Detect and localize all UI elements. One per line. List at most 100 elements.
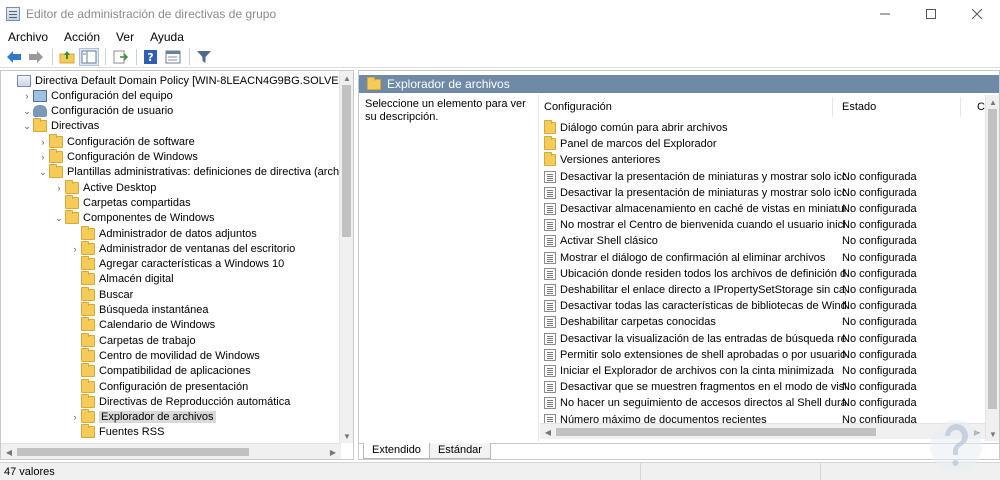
tree-item[interactable]: ⌄ Componentes de Windows [53, 210, 214, 226]
folder-icon [544, 152, 556, 167]
show-hide-tree-button[interactable] [79, 47, 99, 66]
collapse-chevron-icon[interactable]: ⌄ [37, 165, 49, 180]
tree-item[interactable]: Calendario de Windows [69, 317, 215, 333]
setting-row[interactable]: Desactivar la presentación de miniaturas… [540, 169, 985, 185]
expand-chevron-icon[interactable]: › [37, 150, 49, 165]
tree-item[interactable]: › Explorador de archivos [69, 409, 216, 425]
tab-extendido[interactable]: Extendido [363, 443, 430, 459]
setting-row[interactable]: Permitir solo extensiones de shell aprob… [540, 347, 985, 363]
tree-item[interactable]: Administrador de datos adjuntos [69, 225, 257, 241]
expand-chevron-icon[interactable]: › [37, 134, 49, 149]
tree-item[interactable]: ⌄ Plantillas administrativas: definicione… [37, 164, 339, 180]
tree-vertical-scroll-thumb[interactable] [342, 85, 351, 237]
expand-chevron-icon[interactable]: › [69, 241, 81, 256]
minimize-button[interactable] [862, 0, 908, 28]
menu-archivo[interactable]: Archivo [0, 28, 56, 46]
scroll-left-icon[interactable]: ◀ [542, 426, 554, 438]
filter-button[interactable] [194, 48, 214, 66]
tree-item[interactable]: Configuración de presentación [69, 378, 248, 394]
tree-item[interactable]: Carpetas de trabajo [69, 332, 196, 348]
setting-row[interactable]: Desactivar almacenamiento en caché de vi… [540, 201, 985, 217]
scroll-right-icon[interactable]: ▶ [327, 446, 339, 458]
tree-horizontal-scrollbar[interactable]: ◀ ▶ [1, 443, 341, 459]
setting-row[interactable]: Versiones anteriores [540, 152, 985, 168]
list-horizontal-scroll-thumb[interactable] [556, 428, 876, 436]
tree-vertical-scrollbar[interactable]: ▲ ▼ [339, 71, 353, 443]
list-vertical-scroll-thumb[interactable] [988, 109, 997, 409]
folder-icon [544, 120, 556, 134]
tree-item[interactable]: › Configuración de Windows [37, 149, 198, 165]
up-level-button[interactable] [57, 48, 77, 66]
tree-item[interactable]: Centro de movilidad de Windows [69, 347, 260, 363]
tree-item[interactable]: Búsqueda instantánea [69, 302, 208, 318]
back-button[interactable] [4, 48, 24, 66]
close-button[interactable] [954, 0, 1000, 28]
help-button[interactable]: ? [141, 48, 161, 66]
forward-button[interactable] [26, 48, 46, 66]
collapse-chevron-icon[interactable]: ⌄ [21, 104, 33, 119]
folder-icon [49, 164, 63, 179]
tree-item[interactable]: › Configuración del equipo [21, 88, 173, 103]
tree-item-label: Configuración de Windows [67, 151, 198, 163]
description-pane: Seleccione un elemento para ver su descr… [359, 95, 539, 441]
tree-item[interactable]: Carpetas compartidas [53, 194, 191, 210]
tree-item[interactable]: ⌄ Configuración de usuario [21, 104, 173, 119]
tree-item-label: Directiva Default Domain Policy [WIN-8LE… [35, 74, 339, 87]
list-vertical-scrollbar[interactable]: ▲ ▼ [985, 95, 999, 441]
tree-item[interactable]: ⌄ Directivas [21, 118, 99, 134]
settings-list[interactable]: Configuración Estado C Diálogo común par… [540, 95, 985, 441]
tab-estandar[interactable]: Estándar [428, 443, 491, 459]
scroll-up-icon[interactable]: ▲ [987, 96, 999, 108]
scroll-down-icon[interactable]: ▼ [987, 428, 999, 440]
column-header-estado[interactable]: Estado [842, 95, 952, 119]
setting-row[interactable]: Panel de marcos del Explorador [540, 136, 985, 152]
expand-chevron-icon[interactable]: › [53, 180, 65, 195]
scroll-down-icon[interactable]: ▼ [341, 430, 353, 442]
properties-button[interactable] [163, 48, 183, 66]
tree-item[interactable]: Fuentes RSS [69, 424, 164, 440]
setting-row[interactable]: No mostrar el Centro de bienvenida cuand… [540, 217, 985, 233]
setting-row[interactable]: Deshabilitar carpetas conocidas No config… [540, 314, 985, 330]
toolbar-separator [136, 48, 137, 65]
setting-row[interactable]: Desactivar la presentación de miniaturas… [540, 185, 985, 201]
setting-row[interactable]: Diálogo común para abrir archivos [540, 120, 985, 136]
column-header-comentario[interactable]: C [977, 95, 985, 119]
setting-row[interactable]: Deshabilitar el enlace directo a IProper… [540, 282, 985, 298]
tree-item[interactable]: Directiva Default Domain Policy [WIN-8LE… [5, 73, 339, 88]
setting-row[interactable]: Activar Shell clásico No configurada [540, 233, 985, 249]
setting-row[interactable]: Desactivar la visualización de las entra… [540, 331, 985, 347]
scroll-up-icon[interactable]: ▲ [341, 72, 353, 84]
column-divider[interactable] [960, 97, 961, 117]
setting-row[interactable]: No hacer un seguimiento de accesos direc… [540, 395, 985, 411]
column-divider[interactable] [832, 97, 833, 117]
tree-item[interactable]: Buscar [69, 286, 133, 302]
up-folder-icon [59, 50, 75, 63]
setting-row[interactable]: Desactivar que se muestren fragmentos en… [540, 379, 985, 395]
tree-item[interactable]: Almacén digital [69, 271, 174, 287]
menu-accion[interactable]: Acción [56, 28, 108, 46]
setting-row[interactable]: Ubicación donde residen todos los archiv… [540, 266, 985, 282]
tree-item[interactable]: Agregar características a Windows 10 [69, 256, 285, 272]
tree-item-label: Agregar características a Windows 10 [99, 258, 285, 271]
scroll-left-icon[interactable]: ◀ [3, 446, 15, 458]
tree-item[interactable]: › Active Desktop [53, 179, 156, 195]
tree-item[interactable]: Directivas de Reproducción automática [69, 393, 290, 409]
tree-horizontal-scroll-thumb[interactable] [17, 448, 249, 456]
collapse-chevron-icon[interactable]: ⌄ [53, 211, 65, 226]
setting-row[interactable]: Iniciar el Explorador de archivos con la… [540, 363, 985, 379]
export-list-button[interactable] [110, 48, 130, 66]
tree-item[interactable]: › Configuración de software [37, 133, 195, 149]
setting-row[interactable]: Mostrar el diálogo de confirmación al el… [540, 250, 985, 266]
expand-chevron-icon[interactable]: › [21, 88, 33, 103]
navigation-tree[interactable]: Directiva Default Domain Policy [WIN-8LE… [1, 71, 339, 443]
list-horizontal-scrollbar[interactable]: ◀ ▶ [540, 423, 985, 439]
menu-ayuda[interactable]: Ayuda [142, 28, 192, 46]
collapse-chevron-icon[interactable]: ⌄ [21, 119, 33, 134]
column-header-configuracion[interactable]: Configuración [544, 95, 824, 119]
tree-item[interactable]: › Administrador de ventanas del escritori… [69, 240, 295, 256]
setting-row[interactable]: Desactivar todas las características de … [540, 298, 985, 314]
tree-item[interactable]: Compatibilidad de aplicaciones [69, 363, 251, 379]
menu-ver[interactable]: Ver [108, 28, 142, 46]
expand-chevron-icon[interactable]: › [69, 410, 81, 425]
maximize-button[interactable] [908, 0, 954, 28]
